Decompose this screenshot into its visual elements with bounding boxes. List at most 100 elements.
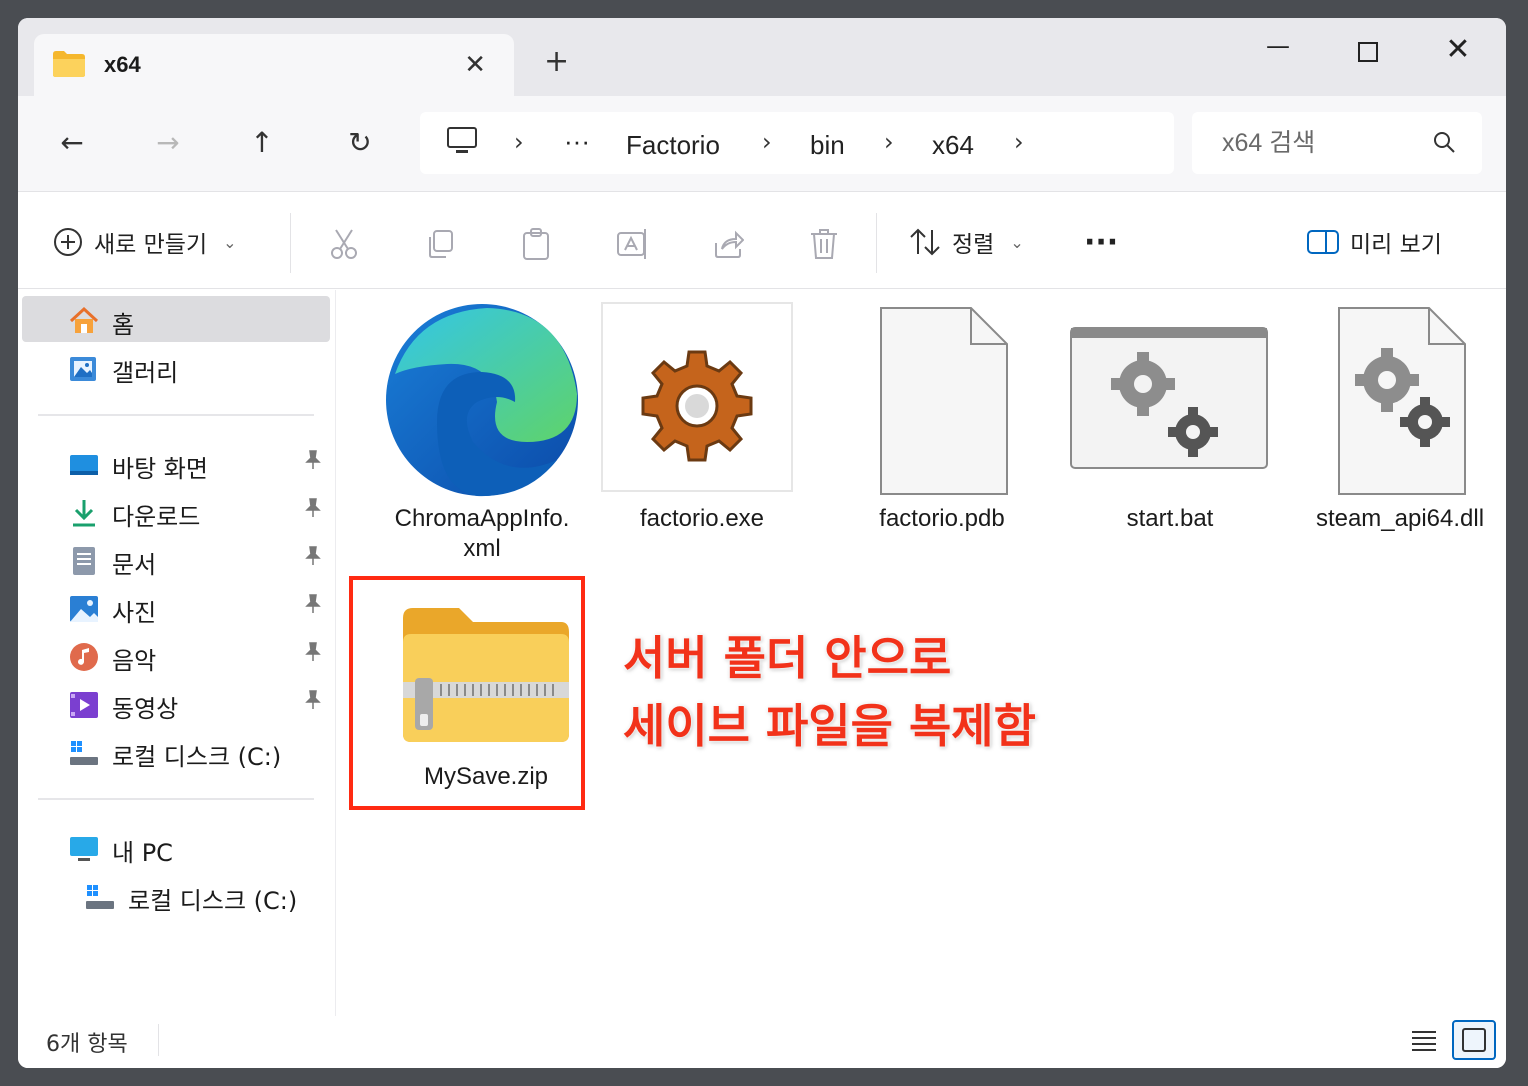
music-icon — [70, 643, 98, 671]
sidebar-item-downloads[interactable]: 다운로드 — [22, 488, 330, 534]
sidebar-label: 홈 — [112, 311, 135, 339]
navigation-bar: ← → ↑ ↻ › ··· Factorio › bin › x64 › — [18, 96, 1506, 192]
sidebar-item-desktop[interactable]: 바탕 화면 — [22, 440, 330, 486]
more-options-button[interactable]: ··· — [1084, 225, 1118, 260]
details-view-button[interactable] — [1402, 1020, 1446, 1060]
sidebar-item-this-pc[interactable]: 내 PC — [22, 824, 330, 870]
drive-icon — [86, 885, 114, 909]
pin-icon[interactable] — [304, 498, 322, 523]
list-view-icon — [1412, 1031, 1436, 1051]
minimize-button[interactable]: — — [1248, 32, 1308, 72]
folder-icon — [52, 50, 86, 82]
preview-label: 미리 보기 — [1350, 232, 1442, 258]
sort-icon — [910, 228, 940, 256]
annotation-text: 서버 폴더 안으로 세이브 파일을 복제함 — [623, 624, 1036, 760]
file-name: steam_api64.dll — [1315, 505, 1485, 532]
sidebar-label: 동영상 — [112, 695, 179, 723]
pc-icon — [70, 837, 98, 861]
file-name: factorio.exe — [639, 505, 765, 532]
sidebar-item-local-disk-pc[interactable]: 로컬 디스크 (C:) — [22, 872, 330, 918]
tab-x64[interactable]: x64 ✕ — [34, 34, 514, 96]
annotation-line-1: 서버 폴더 안으로 — [623, 631, 952, 685]
pc-icon[interactable] — [446, 126, 478, 160]
cut-icon[interactable] — [328, 227, 360, 265]
file-name: start.bat — [1126, 505, 1214, 532]
delete-icon[interactable] — [808, 227, 840, 265]
maximize-icon — [1358, 42, 1378, 62]
sidebar-label: 로컬 디스크 (C:) — [128, 887, 298, 915]
divider — [876, 213, 877, 273]
share-icon[interactable] — [712, 227, 745, 265]
breadcrumb-factorio[interactable]: Factorio — [626, 130, 720, 161]
rename-icon[interactable] — [616, 227, 648, 265]
dll-file-icon — [1338, 307, 1466, 495]
pin-icon[interactable] — [304, 546, 322, 571]
status-bar: 6개 항목 — [18, 1016, 1506, 1068]
divider — [290, 213, 291, 273]
sidebar-item-music[interactable]: 음악 — [22, 632, 330, 678]
sidebar-item-videos[interactable]: 동영상 — [22, 680, 330, 726]
new-button-label: 새로 만들기 — [94, 232, 208, 258]
refresh-button[interactable]: ↻ — [340, 126, 380, 162]
address-bar[interactable]: › ··· Factorio › bin › x64 › — [420, 112, 1174, 174]
sort-label: 정렬 — [952, 232, 995, 258]
file-name: xml — [463, 535, 501, 562]
sort-button[interactable]: 정렬 ⌄ — [908, 225, 1024, 259]
paste-icon[interactable] — [520, 227, 552, 265]
download-icon — [73, 500, 95, 527]
breadcrumb-ellipsis[interactable]: ··· — [564, 126, 590, 157]
file-name: ChromaAppInfo. — [394, 505, 570, 532]
large-icons-view-button[interactable] — [1452, 1020, 1496, 1060]
preview-button[interactable]: 미리 보기 — [1306, 225, 1442, 259]
blank-file-icon — [880, 307, 1008, 495]
new-button[interactable]: 새로 만들기 ⌄ — [52, 225, 237, 259]
command-bar: 새로 만들기 ⌄ 정렬 ⌄ ··· 미리 보기 — [18, 193, 1506, 289]
sidebar-item-home[interactable]: 홈 — [22, 296, 330, 342]
sidebar-item-local-disk[interactable]: 로컬 디스크 (C:) — [22, 728, 330, 774]
sidebar-label: 로컬 디스크 (C:) — [112, 743, 282, 771]
sidebar-item-pictures[interactable]: 사진 — [22, 584, 330, 630]
annotation-line-2: 세이브 파일을 복제함 — [623, 699, 1036, 753]
sidebar-divider — [38, 414, 314, 416]
forward-button[interactable]: → — [148, 126, 188, 162]
drive-icon — [70, 741, 98, 765]
desktop-icon — [70, 455, 98, 475]
search-icon[interactable] — [1432, 130, 1458, 160]
chevron-down-icon: ⌄ — [223, 232, 237, 252]
home-icon — [69, 306, 99, 333]
highlight-box — [349, 576, 585, 810]
sidebar-item-gallery[interactable]: 갤러리 — [22, 344, 330, 390]
tab-close-icon[interactable]: ✕ — [464, 50, 486, 80]
status-divider — [158, 1024, 159, 1056]
tab-title: x64 — [104, 52, 141, 77]
preview-pane-icon — [1307, 230, 1339, 254]
up-button[interactable]: ↑ — [242, 126, 282, 162]
sidebar-label: 다운로드 — [112, 503, 201, 531]
breadcrumb-x64[interactable]: x64 — [932, 130, 974, 161]
new-tab-button[interactable]: + — [544, 44, 569, 79]
chevron-down-icon: ⌄ — [1010, 232, 1024, 252]
plus-circle-icon — [54, 228, 82, 256]
back-button[interactable]: ← — [52, 126, 92, 162]
file-list: ChromaAppInfo. xml factorio.exe factorio… — [337, 290, 1506, 1016]
sidebar-label: 음악 — [112, 647, 157, 675]
copy-icon[interactable] — [424, 227, 456, 265]
batch-file-icon — [1070, 327, 1268, 469]
maximize-button[interactable] — [1338, 32, 1398, 72]
sidebar-label: 갤러리 — [112, 359, 179, 387]
pin-icon[interactable] — [304, 450, 322, 475]
breadcrumb-bin[interactable]: bin — [810, 130, 845, 161]
breadcrumb-separator: › — [884, 128, 894, 156]
sidebar-label: 문서 — [112, 551, 157, 579]
gallery-icon — [70, 357, 96, 381]
sidebar-item-documents[interactable]: 문서 — [22, 536, 330, 582]
tiles-view-icon — [1462, 1028, 1486, 1052]
pin-icon[interactable] — [304, 594, 322, 619]
file-explorer-window: x64 ✕ + — ✕ ← → ↑ ↻ › ··· Factorio › bin… — [18, 18, 1506, 1068]
edge-icon — [386, 304, 578, 497]
pin-icon[interactable] — [304, 690, 322, 715]
close-window-button[interactable]: ✕ — [1428, 32, 1488, 72]
document-icon — [73, 547, 95, 575]
breadcrumb-separator: › — [762, 128, 772, 156]
pin-icon[interactable] — [304, 642, 322, 667]
